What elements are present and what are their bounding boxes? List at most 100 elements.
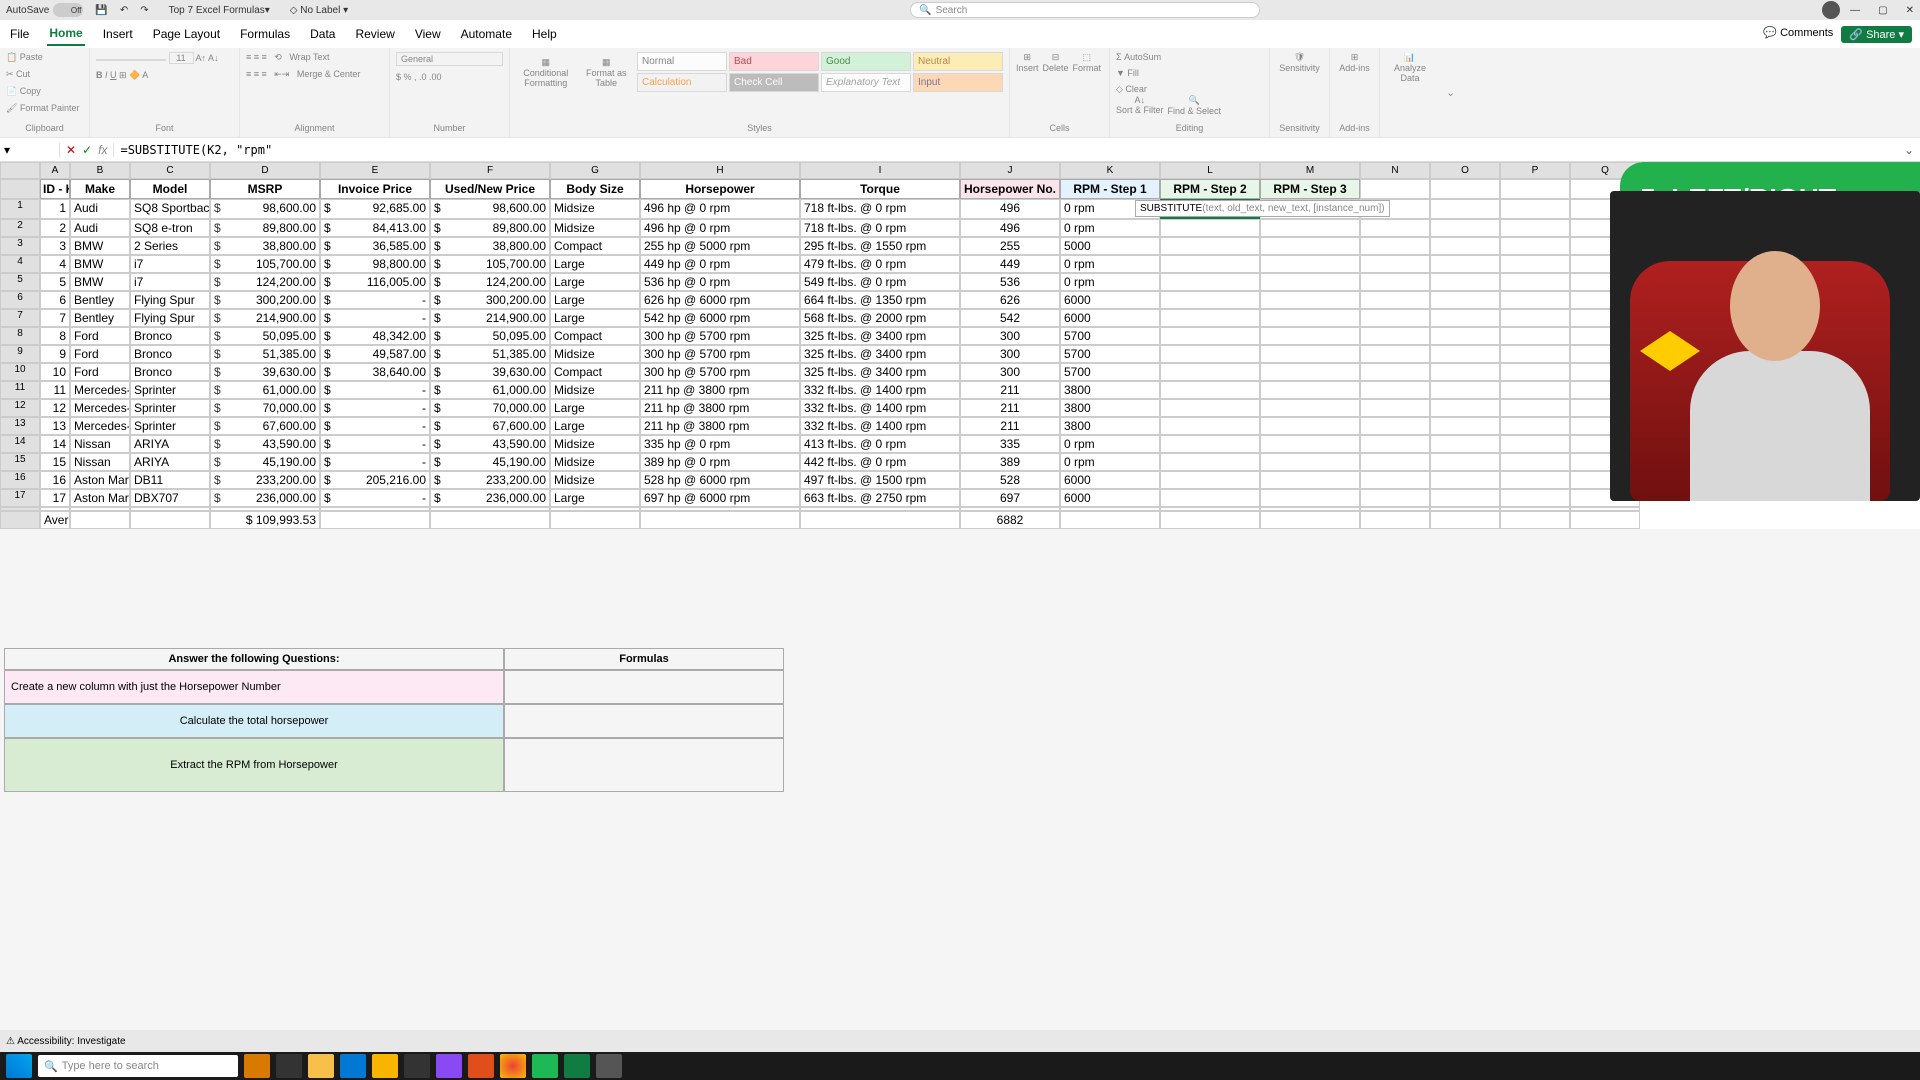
cell-model[interactable]: Sprinter <box>130 381 210 399</box>
cell-empty[interactable] <box>1360 435 1430 453</box>
fx-icon[interactable]: fx <box>98 143 107 157</box>
redo-icon[interactable]: ↷ <box>140 5 148 16</box>
table-header[interactable]: Make <box>70 179 130 199</box>
cell-invoice[interactable]: $- <box>320 417 430 435</box>
style-input[interactable]: Input <box>913 73 1003 92</box>
cell-id[interactable]: 4 <box>40 255 70 273</box>
cell-torque[interactable]: 718 ft-lbs. @ 0 rpm <box>800 199 960 219</box>
accessibility-status[interactable]: ⚠ Accessibility: Investigate <box>6 1036 126 1047</box>
number-format-dropdown[interactable]: General <box>396 52 503 66</box>
share-button[interactable]: 🔗 Share ▾ <box>1841 26 1912 43</box>
column-header-G[interactable]: G <box>550 162 640 179</box>
cell-make[interactable]: Aston Mart <box>70 471 130 489</box>
cell-rpm3[interactable] <box>1260 219 1360 237</box>
tab-help[interactable]: Help <box>530 23 559 45</box>
cell-empty[interactable] <box>1500 291 1570 309</box>
cell-model[interactable]: Flying Spur <box>130 309 210 327</box>
cell-body[interactable]: Midsize <box>550 381 640 399</box>
cell-model[interactable]: SQ8 Sportbac <box>130 199 210 219</box>
italic-button[interactable]: I <box>105 70 108 80</box>
row-header[interactable]: 4 <box>0 255 40 273</box>
cell-invoice[interactable]: $38,640.00 <box>320 363 430 381</box>
cell-usednew[interactable]: $233,200.00 <box>430 471 550 489</box>
table-header[interactable]: Model <box>130 179 210 199</box>
cell-invoice[interactable]: $- <box>320 291 430 309</box>
row-header[interactable]: 14 <box>0 435 40 453</box>
autosum-button[interactable]: Σ AutoSum <box>1116 52 1263 62</box>
cell-usednew[interactable]: $67,600.00 <box>430 417 550 435</box>
cell-hpn[interactable]: 389 <box>960 453 1060 471</box>
cell-hpn[interactable]: 300 <box>960 363 1060 381</box>
cell-model[interactable]: Sprinter <box>130 399 210 417</box>
cell-rpm2[interactable] <box>1160 363 1260 381</box>
cell-empty[interactable] <box>1500 179 1570 199</box>
cell-hp[interactable]: 697 hp @ 6000 rpm <box>640 489 800 507</box>
column-header-M[interactable]: M <box>1260 162 1360 179</box>
cell-hpn[interactable]: 496 <box>960 219 1060 237</box>
cell-empty[interactable] <box>1500 489 1570 507</box>
cell-empty[interactable] <box>1360 399 1430 417</box>
taskbar-app-8[interactable] <box>468 1054 494 1078</box>
comments-button[interactable]: 💬 Comments <box>1763 26 1833 43</box>
cell-hpn[interactable]: 542 <box>960 309 1060 327</box>
cell-torque[interactable]: 332 ft-lbs. @ 1400 rpm <box>800 381 960 399</box>
table-header[interactable]: RPM - Step 1 <box>1060 179 1160 199</box>
cell-model[interactable]: DB11 <box>130 471 210 489</box>
cell-torque[interactable]: 549 ft-lbs. @ 0 rpm <box>800 273 960 291</box>
cell-empty[interactable] <box>1430 237 1500 255</box>
cell-make[interactable]: Nissan <box>70 435 130 453</box>
cell-empty[interactable] <box>430 511 550 529</box>
cell-id[interactable]: 3 <box>40 237 70 255</box>
cell-msrp[interactable]: 300,200.00 <box>210 291 320 309</box>
autosave-control[interactable]: AutoSave Off <box>6 3 83 17</box>
style-checkcell[interactable]: Check Cell <box>729 73 819 92</box>
cell-msrp[interactable]: 45,190.00 <box>210 453 320 471</box>
row-header[interactable]: 6 <box>0 291 40 309</box>
cell-rpm2[interactable] <box>1160 291 1260 309</box>
cell-rpm2[interactable] <box>1160 399 1260 417</box>
cell-make[interactable]: Bentley <box>70 309 130 327</box>
avatar[interactable] <box>1822 1 1840 19</box>
tab-insert[interactable]: Insert <box>101 23 135 45</box>
cell-rpm3[interactable] <box>1260 309 1360 327</box>
row-header[interactable]: 17 <box>0 489 40 507</box>
table-header[interactable]: MSRP <box>210 179 320 199</box>
cell-hpn[interactable]: 697 <box>960 489 1060 507</box>
cell-empty[interactable] <box>1430 453 1500 471</box>
cell-hpn[interactable]: 528 <box>960 471 1060 489</box>
cell-invoice[interactable]: $- <box>320 489 430 507</box>
cell-model[interactable]: ARIYA <box>130 453 210 471</box>
cell-msrp[interactable]: 70,000.00 <box>210 399 320 417</box>
cell-make[interactable]: Ford <box>70 363 130 381</box>
cell-rpm3[interactable] <box>1260 471 1360 489</box>
conditional-formatting-button[interactable]: ▦Conditional Formatting <box>516 57 575 88</box>
cell-rpm1[interactable]: 0 rpm <box>1060 255 1160 273</box>
tab-formulas[interactable]: Formulas <box>238 23 292 45</box>
table-header[interactable]: Body Size <box>550 179 640 199</box>
row-header[interactable]: 1 <box>0 199 40 219</box>
taskbar-app-9[interactable] <box>500 1054 526 1078</box>
cell-usednew[interactable]: $98,600.00 <box>430 199 550 219</box>
column-header-C[interactable]: C <box>130 162 210 179</box>
cell-model[interactable]: Bronco <box>130 363 210 381</box>
cell-empty[interactable] <box>550 511 640 529</box>
cell-empty[interactable] <box>1430 291 1500 309</box>
cell-rpm2[interactable] <box>1160 237 1260 255</box>
cell-rpm1[interactable]: 0 rpm <box>1060 273 1160 291</box>
cell-empty[interactable] <box>1500 471 1570 489</box>
cell-rpm2[interactable] <box>1160 381 1260 399</box>
cell-rpm1[interactable]: 3800 <box>1060 399 1160 417</box>
cell-model[interactable]: i7 <box>130 255 210 273</box>
question-3[interactable]: Extract the RPM from Horsepower <box>4 738 504 792</box>
cell-avg-label[interactable]: Average <box>40 511 70 529</box>
cell-empty[interactable] <box>1430 399 1500 417</box>
cell-empty[interactable] <box>1500 219 1570 237</box>
cell-invoice[interactable]: $49,587.00 <box>320 345 430 363</box>
cell-rpm3[interactable] <box>1260 399 1360 417</box>
cell-empty[interactable] <box>1500 237 1570 255</box>
cell-empty[interactable] <box>1360 273 1430 291</box>
taskbar-excel[interactable] <box>564 1054 590 1078</box>
expand-formula-icon[interactable]: ⌄ <box>1898 143 1920 157</box>
cell-make[interactable]: Ford <box>70 345 130 363</box>
taskbar-app-5[interactable] <box>372 1054 398 1078</box>
